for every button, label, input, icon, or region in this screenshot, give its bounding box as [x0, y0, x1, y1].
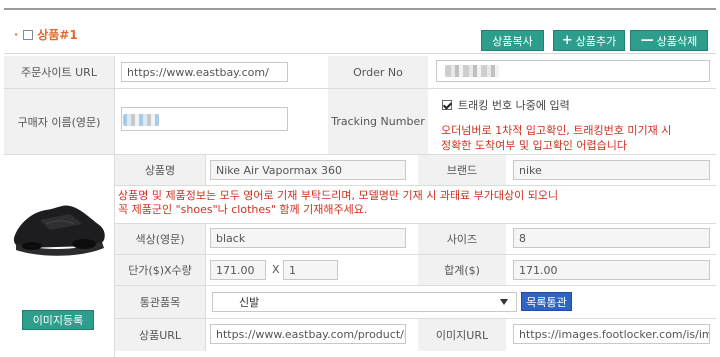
quantity-input[interactable]: 1 [283, 260, 338, 280]
add-product-label: 상품추가 [575, 34, 617, 48]
copy-product-label: 상품복사 [492, 34, 533, 48]
product-url-label: 상품URL [115, 319, 205, 351]
bullet-icon: · [14, 28, 19, 41]
product-name-label: 상품명 [115, 155, 205, 185]
tracking-notice-line-1: 오더넘버로 1차적 입고확인, 트래킹번호 미기재 시 [441, 124, 672, 137]
brand-label: 브랜드 [418, 155, 506, 185]
divider [205, 155, 206, 185]
price-qty-label: 단가($)X수량 [115, 255, 205, 285]
tracking-notice-line-2: 정확한 도착여부 및 입고확인 어렵습니다 [441, 139, 628, 152]
product-title-group: · 상품#1 [14, 26, 78, 43]
tracking-later-option: 트래킹 번호 나중에 입력 [442, 97, 570, 113]
product-title: 상품#1 [37, 28, 78, 42]
image-url-label: 이미지URL [418, 319, 506, 351]
delete-product-label: 상품삭제 [656, 34, 698, 48]
customs-selected-value: 신발 [239, 296, 260, 309]
unit-price-input[interactable]: 171.00 [210, 260, 266, 280]
divider [205, 224, 206, 351]
plus-icon: + [561, 33, 573, 48]
customs-select[interactable]: 신발 [212, 292, 517, 312]
customs-label: 통관품목 [115, 286, 205, 318]
multiply-sign: X [272, 263, 280, 276]
product-notice-line-1: 상품명 및 제품정보는 모두 영어로 기재 부탁드리며, 모델명만 기재 시 과… [118, 189, 559, 202]
tracking-number-label: Tracking Number [328, 89, 428, 154]
size-label: 사이즈 [418, 224, 506, 254]
chevron-down-icon [500, 299, 508, 305]
size-input[interactable]: 8 [513, 228, 710, 248]
product-image [10, 194, 110, 262]
product-url-input[interactable]: https://www.eastbay.com/product/ni [210, 324, 406, 344]
brand-input[interactable]: nike [513, 160, 710, 180]
minus-icon: — [640, 33, 654, 48]
add-product-button[interactable]: + 상품추가 [553, 30, 625, 51]
buyer-name-label: 구매자 이름(영문) [4, 89, 114, 154]
delete-product-button[interactable]: — 상품삭제 [630, 30, 708, 51]
color-input[interactable]: black [210, 228, 406, 248]
buyer-name-redacted [123, 114, 159, 126]
copy-product-button[interactable]: 상품복사 [481, 30, 544, 51]
color-label: 색상(영문) [115, 224, 205, 254]
product-info-notice: 상품명 및 제품정보는 모두 영어로 기재 부탁드리며, 모델명만 기재 시 과… [118, 189, 558, 217]
product-select-checkbox[interactable] [23, 29, 34, 40]
order-no-label: Order No [328, 56, 428, 88]
tracking-later-checkbox[interactable] [442, 100, 452, 110]
total-input[interactable]: 171.00 [513, 260, 710, 280]
total-label: 합계($) [418, 255, 506, 285]
image-register-button[interactable]: 이미지등록 [22, 310, 94, 330]
product-header: · 상품#1 상품복사 + 상품추가 — 상품삭제 [4, 10, 716, 54]
tracking-notice: 오더넘버로 1차적 입고확인, 트래킹번호 미기재 시 정확한 도착여부 및 입… [441, 123, 671, 153]
order-no-redacted [445, 65, 499, 77]
tracking-later-label: 트래킹 번호 나중에 입력 [458, 99, 570, 112]
divider [114, 56, 115, 154]
product-notice-line-2: 꼭 제품군인 "shoes"나 clothes" 함께 기재해주세요. [118, 203, 368, 216]
image-url-input[interactable]: https://images.footlocker.com/is/ima [513, 324, 710, 344]
product-name-input[interactable]: Nike Air Vapormax 360 [210, 160, 406, 180]
customs-list-button[interactable]: 목록통관 [521, 292, 572, 311]
shoe-icon [13, 205, 105, 256]
site-url-input[interactable]: https://www.eastbay.com/ [121, 62, 288, 82]
site-url-label: 주문사이트 URL [4, 56, 114, 88]
divider [115, 185, 716, 186]
